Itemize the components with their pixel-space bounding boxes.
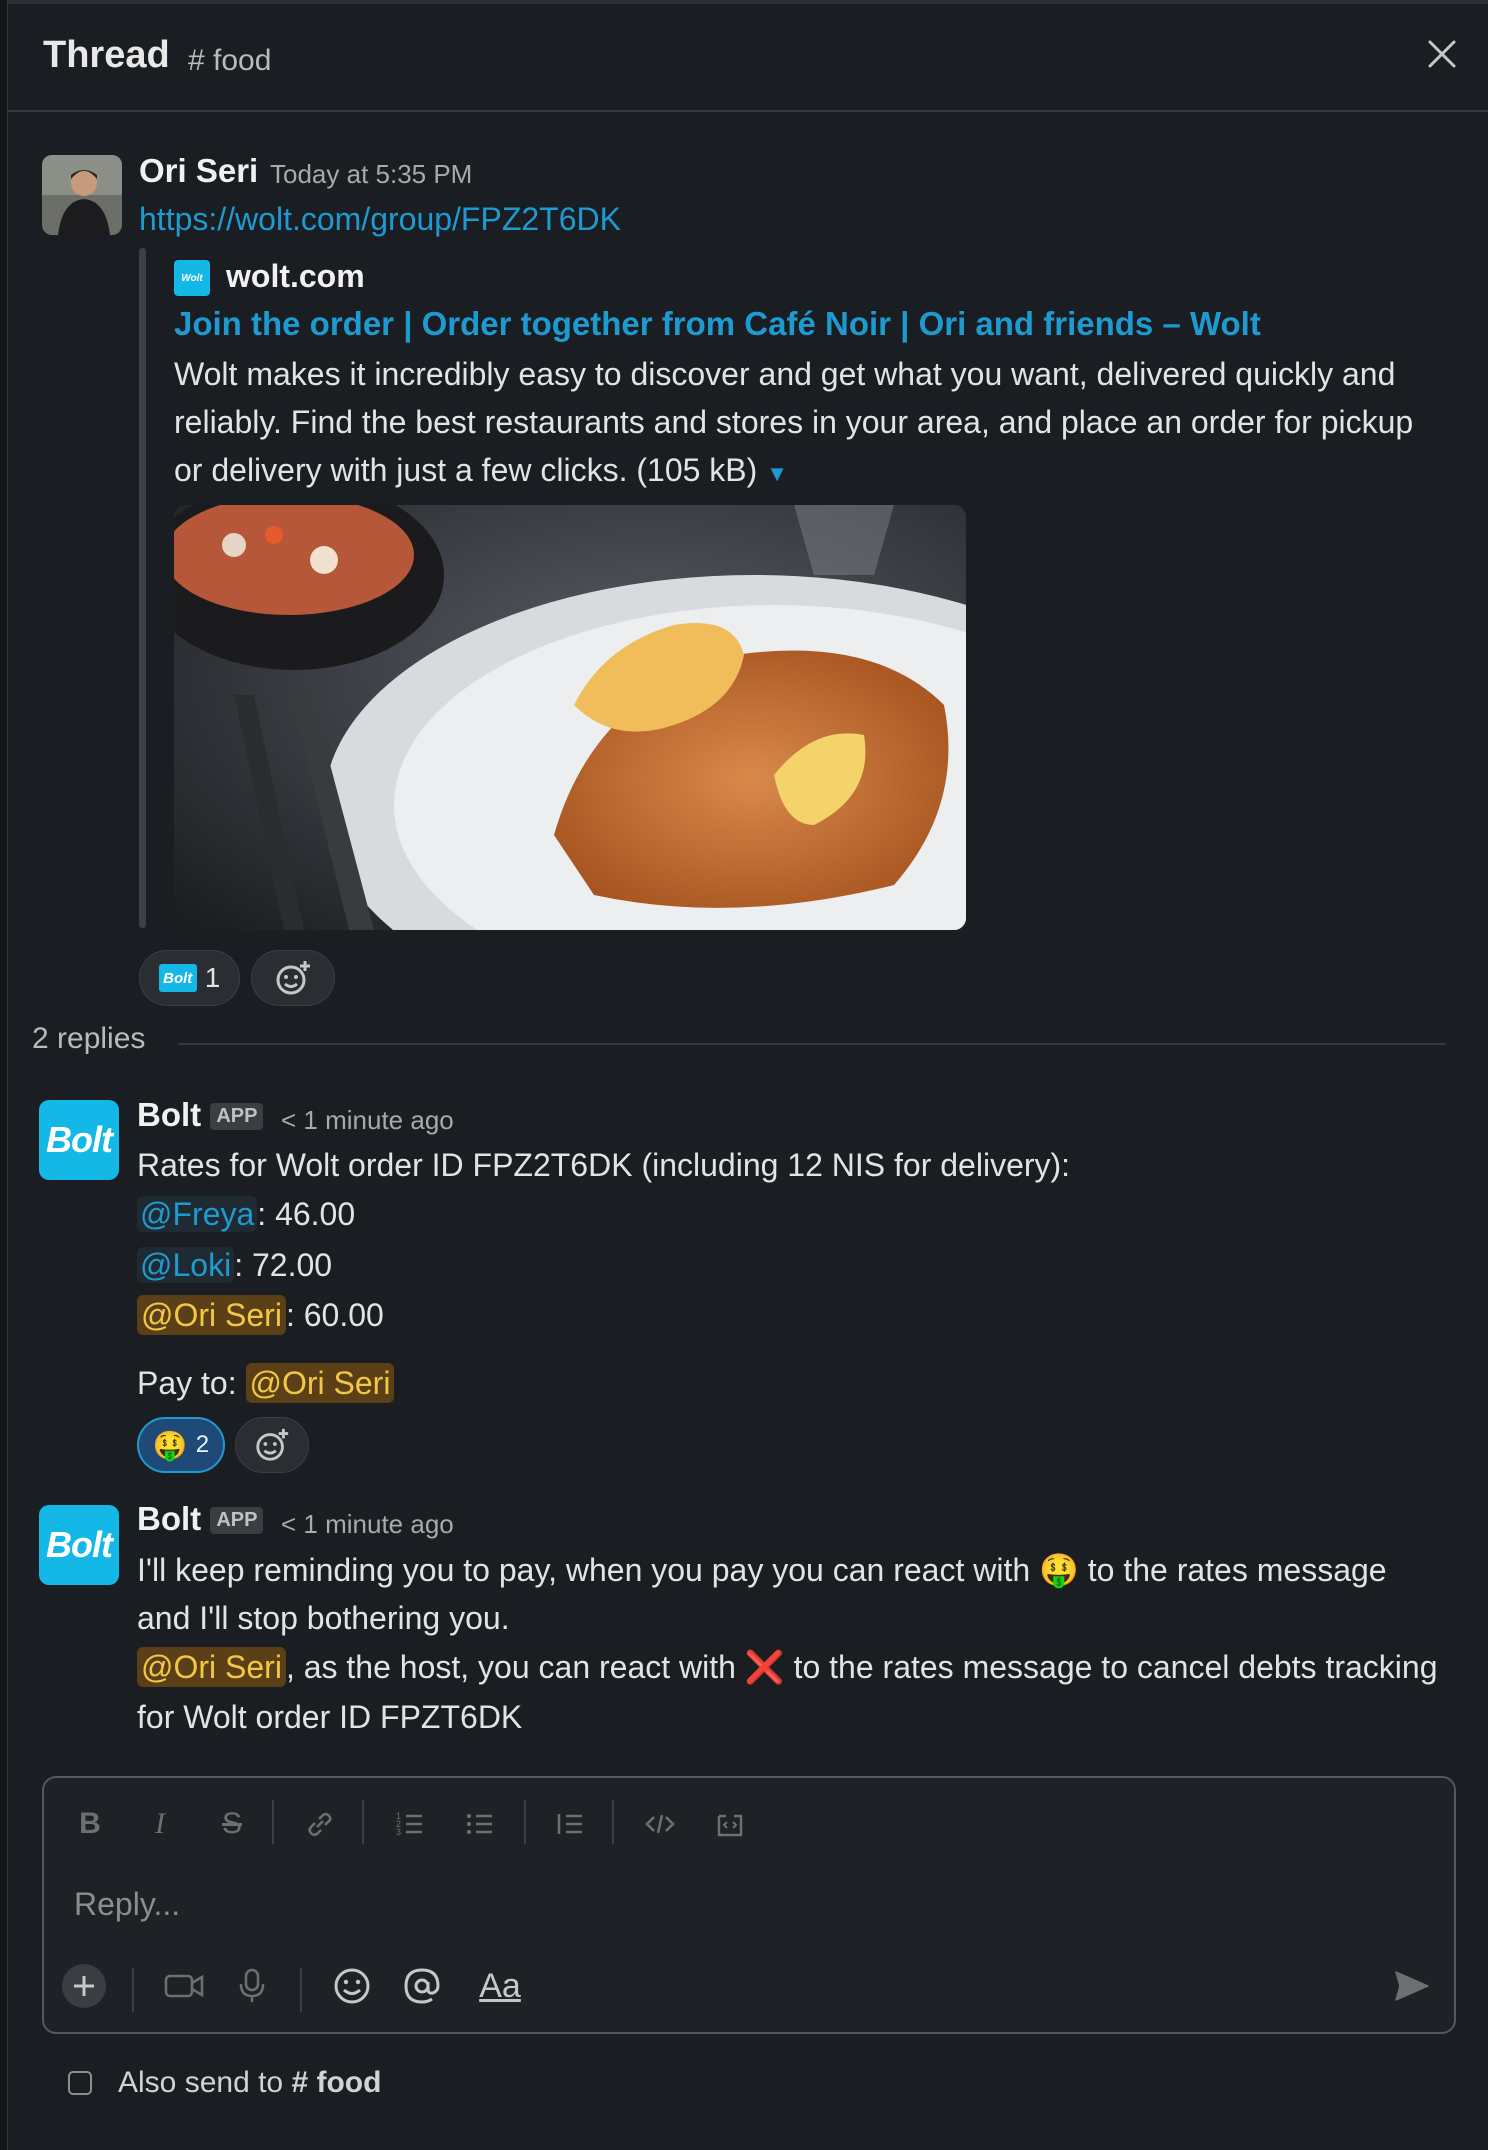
rates-line: Rates for Wolt order ID FPZ2T6DK (includ… [137,1147,1071,1183]
reply-composer[interactable]: B I S 123 Aa [42,1776,1456,2034]
mention-self[interactable]: @Ori Seri [245,1363,395,1403]
toolbar-divider [524,1800,526,1844]
avatar[interactable] [42,155,122,235]
toolbar-divider [132,1968,134,2012]
bolt-emoji-icon: Bolt [158,964,197,992]
code-icon[interactable] [640,1804,680,1844]
replies-divider [178,1043,1446,1045]
unfurl-border [139,248,146,928]
add-reaction-button[interactable] [251,950,335,1006]
reply-input[interactable] [72,1878,1376,1930]
money-mouth-emoji-icon: 🤑 [152,1429,188,1461]
replies-count: 2 replies [32,1022,146,1055]
code-block-icon[interactable] [710,1804,750,1844]
toolbar-divider [300,1968,302,2012]
unfurl-site-name: wolt.com [226,258,365,294]
also-send-option[interactable]: Also send to # food [68,2066,381,2100]
bulleted-list-icon[interactable] [460,1804,500,1844]
reminder-line: I'll keep reminding you to pay, when you… [137,1552,1387,1588]
message-author[interactable]: Ori Seri [139,152,258,190]
also-send-label: Also send to # food [118,2066,382,2099]
mention-icon[interactable] [400,1964,444,2008]
video-icon[interactable] [162,1964,206,2008]
toolbar-divider [362,1800,364,1844]
mention-self[interactable]: @Ori Seri [137,1295,286,1335]
svg-text:3: 3 [396,1827,401,1837]
message-timestamp[interactable]: < 1 minute ago [281,1105,454,1136]
link-icon[interactable] [300,1804,340,1844]
money-mouth-emoji-icon: 🤑 [1039,1552,1079,1588]
thread-channel[interactable]: # food [188,44,271,78]
emoji-icon[interactable] [330,1964,374,2008]
bolt-avatar[interactable]: Bolt [39,1100,119,1180]
unfurl-description: Wolt makes it incredibly easy to discove… [174,356,1414,488]
plus-icon[interactable] [62,1964,106,2008]
toolbar-divider [612,1800,614,1844]
close-icon[interactable] [1422,34,1462,74]
message-author[interactable]: Bolt APP [137,1500,264,1538]
add-reaction-button[interactable] [235,1417,309,1473]
blockquote-icon[interactable] [550,1804,590,1844]
message-timestamp[interactable]: < 1 minute ago [281,1509,454,1540]
formatting-toggle-icon[interactable]: Aa [468,1964,532,2008]
unfurl-title-link[interactable]: Join the order | Order together from Caf… [174,305,1261,343]
reaction-bolt[interactable]: Bolt 1 [139,950,240,1006]
host-line: @Ori Seri, as the host, you can react wi… [137,1643,1437,1691]
send-icon[interactable] [1390,1964,1434,2008]
order-id-line: for Wolt order ID FPZT6DK [137,1699,523,1735]
app-badge: APP [210,1103,264,1130]
cross-mark-emoji-icon: ❌ [744,1649,785,1685]
italic-icon[interactable]: I [140,1804,180,1844]
mention[interactable]: @Freya [137,1196,258,1232]
reaction-money-mouth[interactable]: 🤑 2 [137,1417,225,1473]
also-send-checkbox[interactable] [68,2071,92,2095]
rate-row: @Freya: 46.00 [137,1190,355,1238]
reaction-count: 2 [195,1431,210,1458]
unfurl-image[interactable] [174,505,966,930]
thread-title: Thread [43,34,170,76]
toolbar-divider [272,1800,274,1844]
add-emoji-icon [276,961,310,995]
microphone-icon[interactable] [230,1964,274,2008]
pay-to-line: Pay to: @Ori Seri [137,1359,395,1407]
rate-row: @Ori Seri: 60.00 [137,1291,384,1339]
numbered-list-icon[interactable]: 123 [390,1804,430,1844]
rate-row: @Loki: 72.00 [137,1241,332,1289]
strikethrough-icon[interactable]: S [212,1804,252,1844]
mention-self[interactable]: @Ori Seri [137,1647,286,1687]
wolt-logo-icon: Wolt [174,260,210,296]
thread-header: Thread # food [8,4,1488,112]
reminder-line: and I'll stop bothering you. [137,1600,510,1636]
message-author[interactable]: Bolt APP [137,1096,264,1134]
add-emoji-icon [256,1428,289,1461]
app-badge: APP [210,1507,264,1534]
message-link[interactable]: https://wolt.com/group/FPZ2T6DK [139,195,621,243]
mention[interactable]: @Loki [137,1247,235,1283]
bolt-avatar[interactable]: Bolt [39,1505,119,1585]
sidebar-edge [0,0,8,2150]
collapse-caret-icon[interactable]: ▼ [766,461,788,486]
reaction-count: 1 [204,962,221,993]
message-timestamp[interactable]: Today at 5:35 PM [270,159,472,190]
bold-icon[interactable]: B [70,1804,110,1844]
